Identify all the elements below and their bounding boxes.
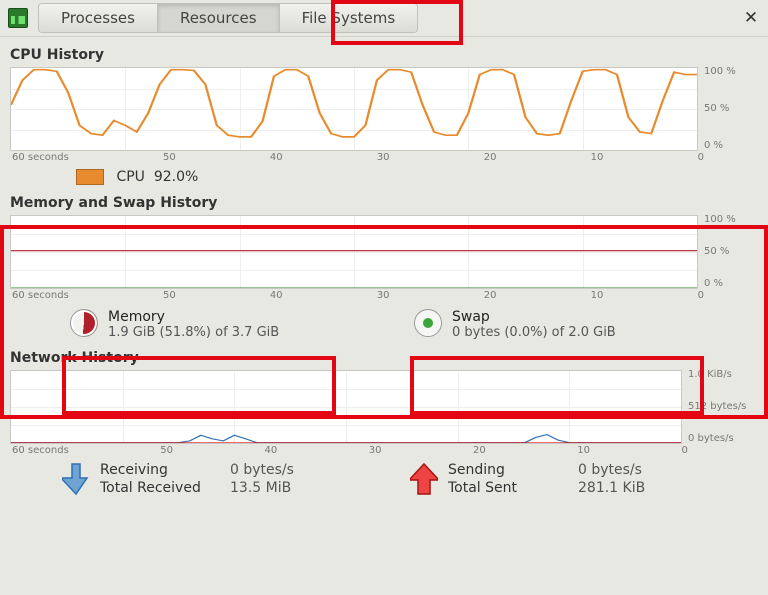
net-chart	[10, 370, 682, 444]
x-20: 20	[484, 152, 497, 163]
x-0: 0	[698, 152, 704, 163]
cpu-history-title: CPU History	[10, 47, 758, 63]
send-label: Sending	[448, 462, 568, 479]
mem-xaxis: 60 seconds 50 40 30 20 10 0	[10, 289, 758, 301]
cpu-value: 92.0%	[154, 169, 198, 185]
cpu-xaxis: 60 seconds 50 40 30 20 10 0	[10, 151, 758, 163]
tab-processes[interactable]: Processes	[39, 4, 158, 32]
tab-bar: Processes Resources File Systems	[38, 3, 418, 33]
x-50: 50	[163, 152, 176, 163]
cpu-swatch[interactable]	[76, 169, 104, 185]
tab-resources[interactable]: Resources	[158, 4, 280, 32]
y-100: 100 %	[704, 215, 758, 225]
x-20: 20	[484, 290, 497, 301]
x-40: 40	[270, 152, 283, 163]
x-60: 60 seconds	[12, 152, 69, 163]
x-0: 0	[682, 445, 688, 456]
x-30: 30	[369, 445, 382, 456]
send-total-label: Total Sent	[448, 480, 568, 497]
x-60: 60 seconds	[12, 290, 69, 301]
net-yaxis: 1.0 KiB/s 512 bytes/s 0 bytes/s	[682, 370, 758, 444]
recv-total: 13.5 MiB	[230, 480, 294, 497]
y-0: 0 bytes/s	[688, 434, 758, 444]
y-0: 0 %	[704, 279, 758, 289]
download-arrow-icon[interactable]	[62, 462, 90, 496]
send-total: 281.1 KiB	[578, 480, 645, 497]
x-40: 40	[270, 290, 283, 301]
mem-yaxis: 100 % 50 % 0 %	[698, 215, 758, 289]
x-10: 10	[591, 290, 604, 301]
x-30: 30	[377, 290, 390, 301]
send-rate: 0 bytes/s	[578, 462, 645, 479]
recv-rate: 0 bytes/s	[230, 462, 294, 479]
close-icon[interactable]: ✕	[742, 8, 760, 28]
tab-filesystems[interactable]: File Systems	[280, 4, 418, 32]
swap-label: Swap	[452, 309, 616, 325]
y-50: 50 %	[704, 247, 758, 257]
x-40: 40	[265, 445, 278, 456]
y-100: 100 %	[704, 67, 758, 77]
x-30: 30	[377, 152, 390, 163]
x-0: 0	[698, 290, 704, 301]
cpu-legend: CPU 92.0%	[10, 163, 758, 185]
mem-history-title: Memory and Swap History	[10, 195, 758, 211]
cpu-chart	[10, 67, 698, 151]
mem-chart	[10, 215, 698, 289]
x-50: 50	[163, 290, 176, 301]
y-0: 0 %	[704, 141, 758, 151]
x-50: 50	[160, 445, 173, 456]
x-10: 10	[591, 152, 604, 163]
memory-label: Memory	[108, 309, 279, 325]
y-512: 512 bytes/s	[688, 402, 758, 412]
recv-label: Receiving	[100, 462, 220, 479]
x-60: 60 seconds	[12, 445, 69, 456]
app-icon	[8, 8, 28, 28]
cpu-label: CPU	[116, 169, 144, 185]
swap-value: 0 bytes (0.0%) of 2.0 GiB	[452, 325, 616, 340]
upload-arrow-icon[interactable]	[410, 462, 438, 496]
swap-pie-icon[interactable]	[414, 309, 442, 337]
x-10: 10	[577, 445, 590, 456]
y-1k: 1.0 KiB/s	[688, 370, 758, 380]
memory-value: 1.9 GiB (51.8%) of 3.7 GiB	[108, 325, 279, 340]
net-xaxis: 60 seconds 50 40 30 20 10 0	[10, 444, 758, 456]
memory-pie-icon[interactable]	[70, 309, 98, 337]
recv-total-label: Total Received	[100, 480, 220, 497]
net-history-title: Network History	[10, 350, 758, 366]
x-20: 20	[473, 445, 486, 456]
y-50: 50 %	[704, 104, 758, 114]
cpu-yaxis: 100 % 50 % 0 %	[698, 67, 758, 151]
